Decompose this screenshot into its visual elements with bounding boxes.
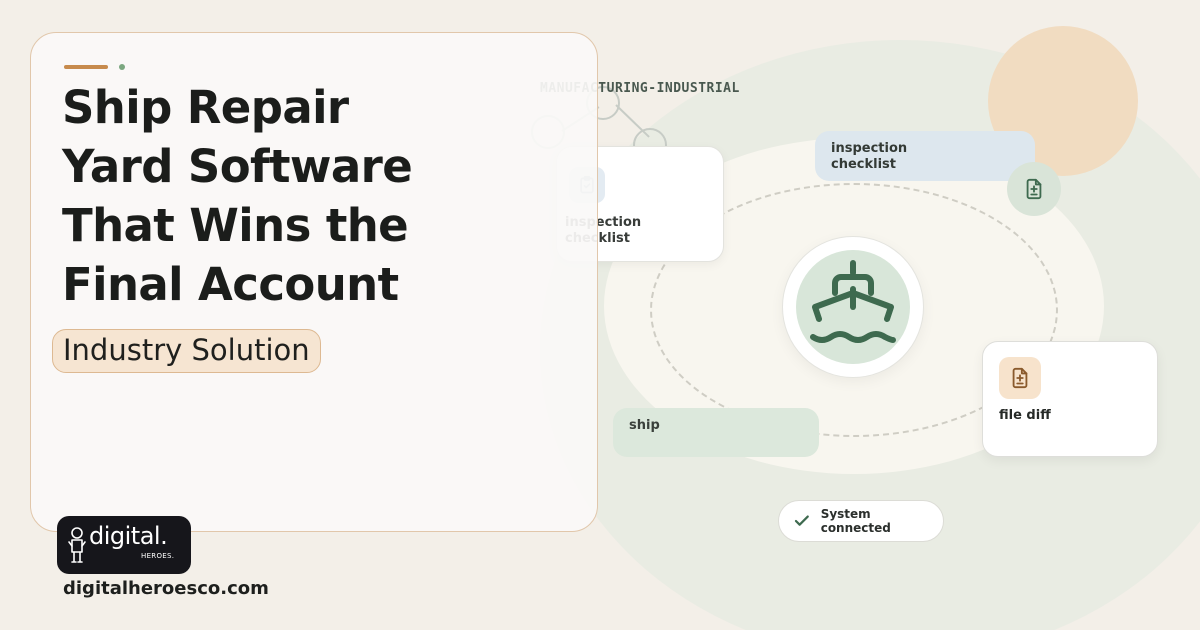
accent-dot: [119, 64, 125, 70]
status-text: System connected: [820, 507, 891, 535]
logo-subtext: HEROES.: [141, 552, 175, 560]
file-diff-card: file diff: [982, 341, 1158, 457]
title-line: That Wins the: [62, 199, 409, 252]
file-diff-icon: [999, 357, 1041, 399]
ship-pill: ship: [613, 408, 819, 457]
title-line: Yard Software: [62, 140, 413, 193]
ship-icon: [810, 260, 896, 343]
file-diff-label: file diff: [999, 408, 1051, 423]
page-title: Ship Repair Yard Software That Wins the …: [62, 78, 582, 314]
status-badge: System connected: [778, 500, 944, 542]
title-line: Final Account: [62, 258, 399, 311]
site-url[interactable]: digitalheroesco.com: [63, 578, 269, 599]
brand-logo[interactable]: digital. HEROES.: [57, 516, 191, 574]
accent-bar: [64, 65, 108, 69]
check-icon: [794, 515, 809, 526]
file-diff-icon: [1007, 162, 1061, 216]
hero-figure-icon: [68, 527, 86, 563]
logo-wordmark: digital.: [89, 522, 168, 550]
industry-solution-badge: Industry Solution: [52, 329, 321, 373]
title-line: Ship Repair: [62, 81, 349, 134]
inspection-checklist-pill: inspection checklist: [815, 131, 1035, 181]
inspection-pill-label: inspection checklist: [831, 141, 908, 172]
ship-pill-label: ship: [629, 418, 660, 433]
